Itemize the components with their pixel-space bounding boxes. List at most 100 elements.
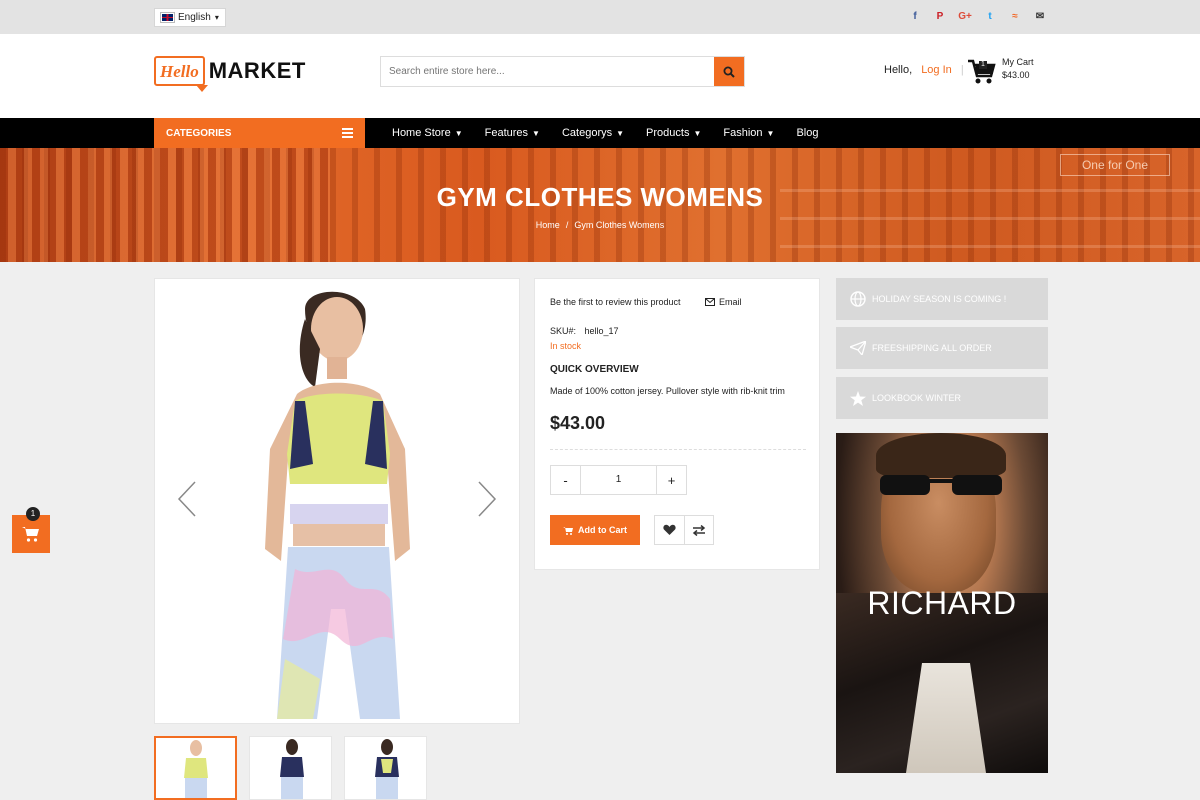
envelope-icon	[705, 298, 715, 306]
language-label: English	[178, 12, 211, 23]
product-actions	[654, 515, 714, 545]
next-image-arrow-icon[interactable]	[475, 479, 499, 519]
divider	[550, 449, 806, 450]
globe-icon	[850, 291, 866, 307]
twitter-icon[interactable]: t	[983, 9, 997, 23]
thumbnail-3[interactable]	[344, 736, 427, 800]
account-greeting: Hello, Log In |	[884, 64, 964, 76]
sidebar-ad-banner[interactable]: RICHARD	[836, 433, 1048, 773]
qty-decrease-button[interactable]: -	[551, 466, 581, 494]
qty-increase-button[interactable]: +	[656, 466, 686, 494]
menu-icon	[342, 128, 353, 140]
product-info-card: Be the first to review this product Emai…	[534, 278, 820, 570]
nav-item-label: Features	[484, 127, 529, 139]
facebook-icon[interactable]: f	[908, 9, 922, 23]
nav-item-label: Products	[646, 127, 690, 139]
chevron-down-icon: ▼	[616, 128, 625, 138]
heart-icon	[663, 524, 676, 535]
breadcrumb: Home / Gym Clothes Womens	[0, 220, 1200, 230]
chevron-down-icon: ▼	[532, 128, 540, 138]
nav-item-categorys[interactable]: Categorys ▼	[562, 118, 624, 148]
breadcrumb-current: Gym Clothes Womens	[574, 220, 665, 230]
star-icon	[850, 390, 866, 406]
overview-text: Made of 100% cotton jersey. Pullover sty…	[550, 386, 785, 396]
chevron-down-icon: ▾	[214, 13, 219, 22]
uk-flag-icon	[160, 12, 175, 23]
nav-item-label: Blog	[796, 127, 819, 139]
wishlist-button[interactable]	[655, 516, 684, 544]
thumbnail-1[interactable]	[154, 736, 237, 800]
logo-text: MARKET	[208, 58, 306, 83]
email-link[interactable]: Email	[705, 297, 742, 307]
compare-button[interactable]	[684, 516, 713, 544]
login-link[interactable]: Log In	[921, 64, 952, 76]
cart-total: $43.00	[1002, 70, 1030, 80]
nav-item-home-store[interactable]: Home Store ▼	[392, 118, 463, 148]
login-separator: |	[960, 64, 964, 76]
social-links: f P G+ t ≈ ✉	[908, 9, 1047, 23]
floating-cart-count-badge: 1	[26, 507, 40, 521]
nav-item-blog[interactable]: Blog	[796, 118, 818, 148]
add-to-cart-label: Add to Cart	[578, 525, 627, 535]
cart-icon	[22, 527, 39, 542]
nav-item-features[interactable]: Features ▼	[485, 118, 540, 148]
review-link[interactable]: Be the first to review this product	[550, 297, 681, 307]
logo[interactable]: Hello MARKET	[154, 56, 306, 92]
thumbnail-2[interactable]	[249, 736, 332, 800]
pinterest-icon[interactable]: P	[933, 9, 947, 23]
cart-icon: 1	[966, 56, 996, 86]
page-banner: One for One GYM CLOTHES WOMENS Home / Gym …	[0, 148, 1200, 262]
chevron-down-icon: ▼	[766, 128, 775, 138]
chevron-down-icon: ▼	[454, 128, 463, 138]
google-plus-icon[interactable]: G+	[958, 9, 972, 23]
language-selector[interactable]: English ▾	[154, 8, 226, 27]
categories-button[interactable]: CATEGORIES	[154, 118, 365, 148]
site-header: Hello MARKET Hello, Log In | 1 My Cart $…	[0, 34, 1200, 118]
email-label: Email	[719, 297, 742, 307]
nav-item-label: Home Store	[392, 127, 451, 139]
promo-label: LOOKBOOK WINTER	[872, 393, 962, 403]
search-button[interactable]	[714, 57, 744, 86]
hello-label: Hello,	[884, 64, 913, 76]
product-gallery	[154, 278, 520, 724]
main-nav: CATEGORIES Home Store ▼ Features ▼ Categor…	[0, 118, 1200, 148]
qty-input[interactable]: 1	[581, 466, 656, 494]
compare-icon	[692, 524, 706, 536]
nav-item-label: Categorys	[561, 127, 613, 139]
header-cart[interactable]: 1 My Cart $43.00	[966, 56, 1034, 86]
promo-lookbook-winter[interactable]: LOOKBOOK WINTER	[836, 377, 1048, 419]
product-thumbnails	[154, 736, 427, 800]
nav-item-products[interactable]: Products ▼	[646, 118, 701, 148]
ad-model-hair	[876, 433, 1006, 478]
chevron-down-icon: ▼	[693, 128, 702, 138]
breadcrumb-separator: /	[565, 220, 569, 230]
breadcrumb-home[interactable]: Home	[536, 220, 560, 230]
search-bar	[380, 56, 745, 87]
sku-label: SKU#:	[550, 326, 577, 336]
nav-item-fashion[interactable]: Fashion ▼	[723, 118, 774, 148]
sku: SKU#: hello_17	[550, 326, 619, 336]
promo-label: HOLIDAY SEASON IS COMING !	[872, 294, 1007, 304]
nav-menu: Home Store ▼ Features ▼ Categorys ▼ Product…	[392, 118, 840, 148]
quantity-stepper: - 1 +	[550, 465, 687, 495]
promo-holiday-season[interactable]: HOLIDAY SEASON IS COMING !	[836, 278, 1048, 320]
promo-freeshipping[interactable]: FREESHIPPING ALL ORDER	[836, 327, 1048, 369]
add-to-cart-button[interactable]: Add to Cart	[550, 515, 640, 545]
ad-title: RICHARD	[867, 585, 1017, 621]
categories-label: CATEGORIES	[166, 127, 232, 139]
search-input[interactable]	[381, 57, 714, 86]
overview-title: QUICK OVERVIEW	[550, 364, 639, 375]
product-price: $43.00	[550, 413, 606, 433]
top-bar: English ▾ f P G+ t ≈ ✉	[0, 0, 1200, 34]
sku-value: hello_17	[584, 326, 619, 336]
rss-icon[interactable]: ≈	[1008, 9, 1022, 23]
page-title: GYM CLOTHES WOMENS	[436, 182, 764, 212]
nav-item-label: Fashion	[723, 127, 763, 139]
paper-plane-icon	[850, 341, 866, 355]
search-icon	[723, 66, 735, 78]
logo-script: Hello	[154, 56, 208, 92]
email-icon[interactable]: ✉	[1033, 9, 1047, 23]
prev-image-arrow-icon[interactable]	[175, 479, 199, 519]
promo-label: FREESHIPPING ALL ORDER	[872, 343, 992, 353]
product-image[interactable]	[155, 279, 521, 725]
